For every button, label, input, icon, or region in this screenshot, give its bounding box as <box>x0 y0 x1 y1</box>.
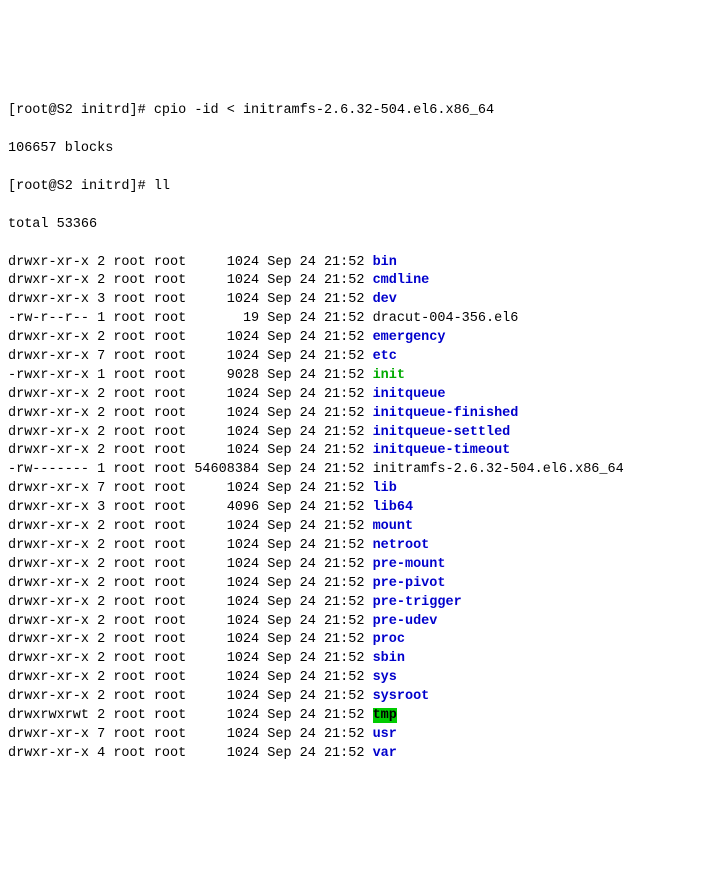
listing-row: drwxr-xr-x 7 root root 1024 Sep 24 21:52… <box>8 480 706 499</box>
listing-row: -rw------- 1 root root 54608384 Sep 24 2… <box>8 461 706 480</box>
listing-meta: drwxr-xr-x 2 root root 1024 Sep 24 21:52 <box>8 255 373 270</box>
listing-name: etc <box>373 349 397 364</box>
file-listing: drwxr-xr-x 2 root root 1024 Sep 24 21:52… <box>8 254 706 764</box>
listing-row: drwxr-xr-x 2 root root 1024 Sep 24 21:52… <box>8 518 706 537</box>
listing-meta: drwxr-xr-x 2 root root 1024 Sep 24 21:52 <box>8 557 373 572</box>
listing-row: drwxrwxrwt 2 root root 1024 Sep 24 21:52… <box>8 707 706 726</box>
listing-name: mount <box>373 519 414 534</box>
listing-meta: drwxrwxrwt 2 root root 1024 Sep 24 21:52 <box>8 708 373 723</box>
listing-name: lib64 <box>373 500 414 515</box>
listing-row: drwxr-xr-x 2 root root 1024 Sep 24 21:52… <box>8 650 706 669</box>
listing-row: drwxr-xr-x 2 root root 1024 Sep 24 21:52… <box>8 688 706 707</box>
listing-row: drwxr-xr-x 2 root root 1024 Sep 24 21:52… <box>8 575 706 594</box>
listing-name: cmdline <box>373 273 430 288</box>
listing-meta: drwxr-xr-x 2 root root 1024 Sep 24 21:52 <box>8 425 373 440</box>
output-blocks: 106657 blocks <box>8 140 706 159</box>
listing-name: emergency <box>373 330 446 345</box>
listing-name: bin <box>373 255 397 270</box>
listing-row: -rwxr-xr-x 1 root root 9028 Sep 24 21:52… <box>8 367 706 386</box>
listing-name: initqueue <box>373 387 446 402</box>
listing-row: drwxr-xr-x 2 root root 1024 Sep 24 21:52… <box>8 442 706 461</box>
listing-name: dev <box>373 292 397 307</box>
prompt-line-2: [root@S2 initrd]# ll <box>8 178 706 197</box>
prompt-line-1: [root@S2 initrd]# cpio -id < initramfs-2… <box>8 102 706 121</box>
listing-name: pre-mount <box>373 557 446 572</box>
listing-name: sys <box>373 670 397 685</box>
listing-name: lib <box>373 481 397 496</box>
listing-name: pre-udev <box>373 614 438 629</box>
listing-meta: -rwxr-xr-x 1 root root 9028 Sep 24 21:52 <box>8 368 373 383</box>
total-line: total 53366 <box>8 216 706 235</box>
listing-name: pre-pivot <box>373 576 446 591</box>
listing-meta: drwxr-xr-x 2 root root 1024 Sep 24 21:52 <box>8 387 373 402</box>
listing-row: drwxr-xr-x 7 root root 1024 Sep 24 21:52… <box>8 348 706 367</box>
listing-name: dracut-004-356.el6 <box>373 311 519 326</box>
listing-name: sysroot <box>373 689 430 704</box>
terminal-output: [root@S2 initrd]# cpio -id < initramfs-2… <box>8 84 706 783</box>
listing-row: -rw-r--r-- 1 root root 19 Sep 24 21:52 d… <box>8 310 706 329</box>
listing-row: drwxr-xr-x 2 root root 1024 Sep 24 21:52… <box>8 669 706 688</box>
listing-name: var <box>373 746 397 761</box>
listing-meta: drwxr-xr-x 2 root root 1024 Sep 24 21:52 <box>8 651 373 666</box>
listing-meta: drwxr-xr-x 2 root root 1024 Sep 24 21:52 <box>8 538 373 553</box>
listing-meta: drwxr-xr-x 2 root root 1024 Sep 24 21:52 <box>8 576 373 591</box>
listing-name: pre-trigger <box>373 595 462 610</box>
listing-meta: drwxr-xr-x 4 root root 1024 Sep 24 21:52 <box>8 746 373 761</box>
listing-name: tmp <box>373 708 397 723</box>
listing-row: drwxr-xr-x 7 root root 1024 Sep 24 21:52… <box>8 726 706 745</box>
listing-row: drwxr-xr-x 2 root root 1024 Sep 24 21:52… <box>8 272 706 291</box>
listing-meta: drwxr-xr-x 7 root root 1024 Sep 24 21:52 <box>8 727 373 742</box>
listing-meta: drwxr-xr-x 2 root root 1024 Sep 24 21:52 <box>8 406 373 421</box>
listing-meta: drwxr-xr-x 3 root root 4096 Sep 24 21:52 <box>8 500 373 515</box>
listing-meta: drwxr-xr-x 2 root root 1024 Sep 24 21:52 <box>8 670 373 685</box>
listing-name: netroot <box>373 538 430 553</box>
listing-meta: drwxr-xr-x 2 root root 1024 Sep 24 21:52 <box>8 443 373 458</box>
listing-meta: -rw-r--r-- 1 root root 19 Sep 24 21:52 <box>8 311 373 326</box>
listing-row: drwxr-xr-x 2 root root 1024 Sep 24 21:52… <box>8 386 706 405</box>
listing-name: initqueue-settled <box>373 425 511 440</box>
listing-name: usr <box>373 727 397 742</box>
listing-meta: drwxr-xr-x 2 root root 1024 Sep 24 21:52 <box>8 689 373 704</box>
listing-row: drwxr-xr-x 2 root root 1024 Sep 24 21:52… <box>8 537 706 556</box>
listing-name: sbin <box>373 651 405 666</box>
listing-row: drwxr-xr-x 3 root root 4096 Sep 24 21:52… <box>8 499 706 518</box>
listing-meta: drwxr-xr-x 7 root root 1024 Sep 24 21:52 <box>8 481 373 496</box>
listing-row: drwxr-xr-x 2 root root 1024 Sep 24 21:52… <box>8 631 706 650</box>
listing-meta: drwxr-xr-x 2 root root 1024 Sep 24 21:52 <box>8 519 373 534</box>
command-text: cpio -id < initramfs-2.6.32-504.el6.x86_… <box>154 103 494 118</box>
listing-name: initqueue-finished <box>373 406 519 421</box>
listing-meta: drwxr-xr-x 2 root root 1024 Sep 24 21:52 <box>8 614 373 629</box>
listing-row: drwxr-xr-x 2 root root 1024 Sep 24 21:52… <box>8 613 706 632</box>
listing-meta: drwxr-xr-x 2 root root 1024 Sep 24 21:52 <box>8 632 373 647</box>
listing-row: drwxr-xr-x 2 root root 1024 Sep 24 21:52… <box>8 424 706 443</box>
listing-row: drwxr-xr-x 3 root root 1024 Sep 24 21:52… <box>8 291 706 310</box>
listing-name: initramfs-2.6.32-504.el6.x86_64 <box>373 462 624 477</box>
listing-row: drwxr-xr-x 2 root root 1024 Sep 24 21:52… <box>8 556 706 575</box>
listing-row: drwxr-xr-x 2 root root 1024 Sep 24 21:52… <box>8 254 706 273</box>
listing-name: init <box>373 368 405 383</box>
listing-row: drwxr-xr-x 2 root root 1024 Sep 24 21:52… <box>8 329 706 348</box>
listing-meta: -rw------- 1 root root 54608384 Sep 24 2… <box>8 462 373 477</box>
command-text: ll <box>154 179 170 194</box>
listing-meta: drwxr-xr-x 2 root root 1024 Sep 24 21:52 <box>8 273 373 288</box>
listing-name: proc <box>373 632 405 647</box>
listing-meta: drwxr-xr-x 2 root root 1024 Sep 24 21:52 <box>8 595 373 610</box>
listing-row: drwxr-xr-x 4 root root 1024 Sep 24 21:52… <box>8 745 706 764</box>
prompt-text: [root@S2 initrd]# <box>8 179 154 194</box>
listing-meta: drwxr-xr-x 3 root root 1024 Sep 24 21:52 <box>8 292 373 307</box>
listing-row: drwxr-xr-x 2 root root 1024 Sep 24 21:52… <box>8 405 706 424</box>
prompt-text: [root@S2 initrd]# <box>8 103 154 118</box>
listing-meta: drwxr-xr-x 7 root root 1024 Sep 24 21:52 <box>8 349 373 364</box>
listing-meta: drwxr-xr-x 2 root root 1024 Sep 24 21:52 <box>8 330 373 345</box>
listing-name: initqueue-timeout <box>373 443 511 458</box>
listing-row: drwxr-xr-x 2 root root 1024 Sep 24 21:52… <box>8 594 706 613</box>
